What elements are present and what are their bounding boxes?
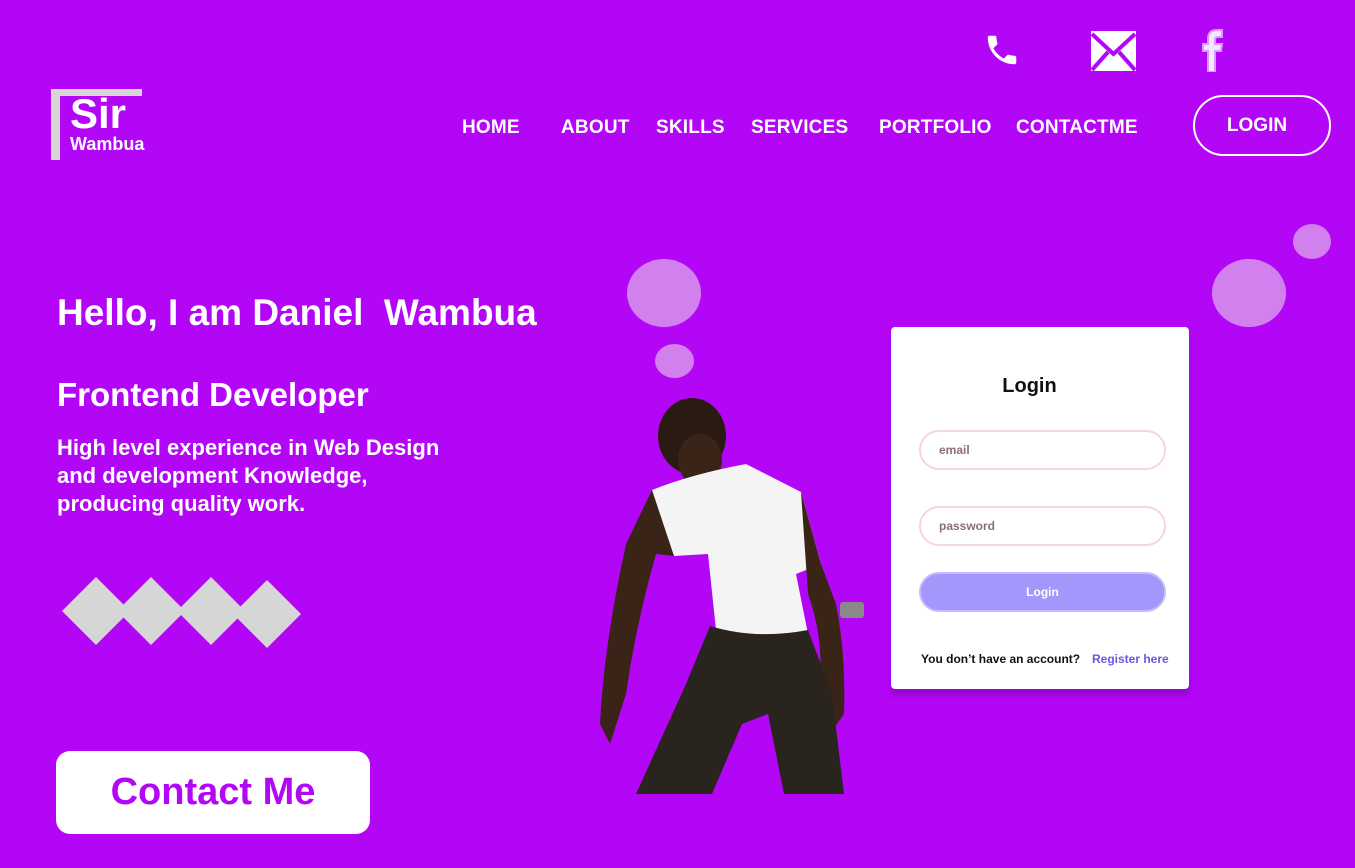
nav-portfolio[interactable]: PORTFOLIO	[879, 117, 992, 139]
nav-home[interactable]: HOME	[462, 117, 520, 139]
nav-services[interactable]: SERVICES	[751, 117, 848, 139]
hero-subtitle: Frontend Developer	[57, 376, 369, 413]
email-field[interactable]	[919, 430, 1166, 470]
login-card-title: Login	[1002, 375, 1057, 397]
diamond-decoration	[62, 576, 304, 650]
login-nav-button[interactable]: LOGIN	[1193, 95, 1331, 156]
logo-text-sir: Sir	[70, 90, 127, 137]
login-card: Login Login You don’t have an account? R…	[891, 327, 1189, 689]
profile-photo	[596, 394, 876, 794]
nav-skills[interactable]: SKILLS	[656, 117, 725, 139]
nav-contactme[interactable]: CONTACTME	[1016, 117, 1138, 139]
decorative-bubble	[627, 259, 701, 327]
hero-title: Hello, I am Daniel Wambua	[57, 292, 537, 333]
phone-icon[interactable]	[983, 30, 1021, 70]
no-account-text: You don’t have an account?	[921, 652, 1081, 666]
mail-icon[interactable]	[1090, 30, 1137, 72]
logo[interactable]: Sir Wambua	[51, 89, 161, 161]
logo-bracket	[51, 89, 60, 160]
logo-text-wambua: Wambua	[70, 134, 145, 154]
decorative-bubble	[1212, 259, 1286, 327]
facebook-icon[interactable]	[1196, 29, 1228, 72]
password-field[interactable]	[919, 506, 1166, 546]
hero-description: High level experience in Web Design and …	[57, 435, 440, 516]
decorative-bubble	[1293, 224, 1331, 259]
nav-about[interactable]: ABOUT	[561, 117, 630, 139]
contact-me-button[interactable]: Contact Me	[56, 751, 370, 834]
decorative-bubble	[655, 344, 694, 378]
login-submit-button[interactable]: Login	[919, 572, 1166, 612]
register-link[interactable]: Register here	[1092, 652, 1169, 666]
